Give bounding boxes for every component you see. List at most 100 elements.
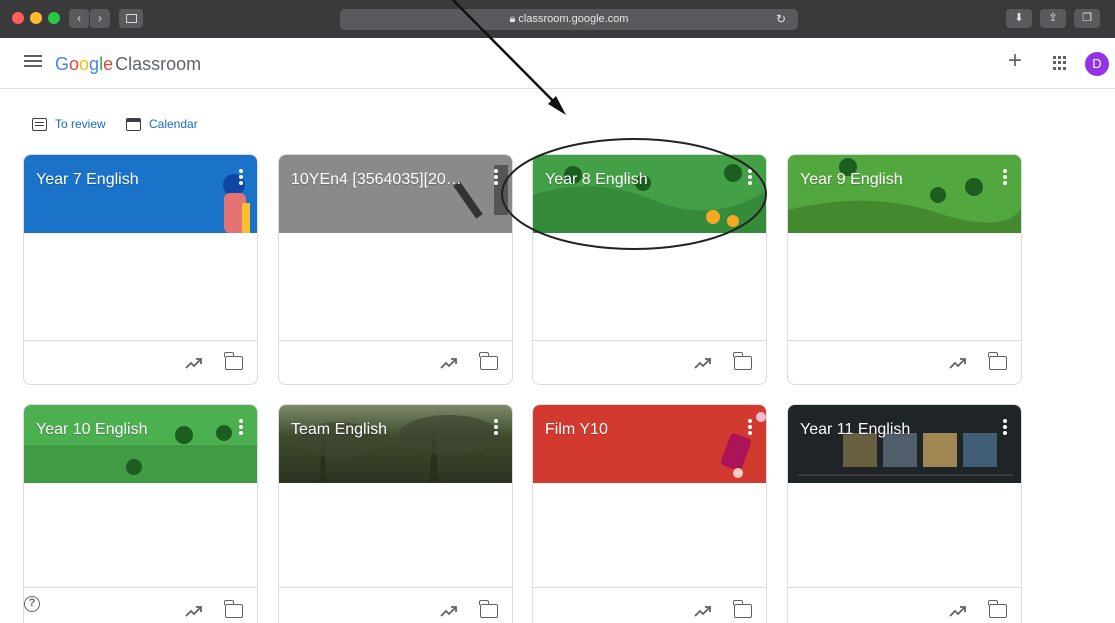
class-card[interactable]: Film Y10 bbox=[532, 404, 767, 623]
lock-icon: 🔒︎ bbox=[509, 13, 516, 25]
banner-illustration bbox=[223, 174, 250, 233]
banner-illustration bbox=[24, 425, 257, 483]
chevron-left-icon: ‹ bbox=[77, 11, 81, 25]
apps-grid-icon[interactable] bbox=[1053, 56, 1067, 70]
zoom-window-button[interactable] bbox=[48, 12, 60, 24]
class-card[interactable]: Year 7 English bbox=[23, 154, 258, 385]
trending-icon[interactable] bbox=[185, 604, 203, 618]
address-bar[interactable]: 🔒︎ classroom.google.com ↻ bbox=[340, 9, 798, 30]
class-title[interactable]: Year 7 English bbox=[36, 170, 139, 190]
to-review-link[interactable]: To review bbox=[32, 114, 106, 134]
class-title[interactable]: Year 11 English bbox=[800, 420, 910, 440]
more-vert-icon[interactable] bbox=[748, 419, 752, 435]
class-card[interactable]: Year 10 English bbox=[23, 404, 258, 623]
tabs-icon: ❐ bbox=[1082, 12, 1092, 24]
class-card-footer bbox=[279, 340, 512, 384]
class-card-footer bbox=[279, 587, 512, 623]
google-classroom-logo[interactable]: Google Classroom bbox=[55, 53, 201, 75]
more-vert-icon[interactable] bbox=[239, 169, 243, 185]
trending-icon[interactable] bbox=[440, 356, 458, 370]
calendar-icon bbox=[126, 117, 141, 131]
brand-google: Google bbox=[55, 54, 114, 74]
folder-icon[interactable] bbox=[479, 352, 498, 370]
class-title[interactable]: Year 9 English bbox=[800, 170, 903, 190]
folder-icon[interactable] bbox=[224, 352, 243, 370]
minimize-window-button[interactable] bbox=[30, 12, 42, 24]
folder-icon[interactable] bbox=[224, 600, 243, 618]
trending-icon[interactable] bbox=[185, 356, 203, 370]
folder-icon[interactable] bbox=[988, 600, 1007, 618]
class-banner bbox=[279, 155, 512, 233]
folder-icon[interactable] bbox=[988, 352, 1007, 370]
back-button[interactable]: ‹ bbox=[69, 9, 89, 28]
class-banner bbox=[788, 405, 1021, 483]
more-vert-icon[interactable] bbox=[494, 419, 498, 435]
class-card-footer bbox=[24, 340, 257, 384]
chevron-right-icon: › bbox=[98, 11, 102, 25]
class-title[interactable]: 10YEn4 [3564035][20… bbox=[291, 170, 462, 190]
banner-illustration bbox=[788, 158, 1021, 233]
menu-icon[interactable] bbox=[24, 52, 42, 72]
to-review-label: To review bbox=[55, 117, 106, 131]
banner-illustration bbox=[453, 165, 508, 219]
screen: ‹ › 🔒︎ classroom.google.com ↻ ⬇ ⇪ ❐ Goog… bbox=[0, 0, 1115, 623]
assignment-icon bbox=[32, 117, 47, 131]
class-card-footer bbox=[788, 587, 1021, 623]
trending-icon[interactable] bbox=[949, 356, 967, 370]
brand-product: Classroom bbox=[115, 54, 202, 74]
avatar[interactable]: D bbox=[1085, 52, 1109, 76]
more-vert-icon[interactable] bbox=[748, 169, 752, 185]
forward-button[interactable]: › bbox=[90, 9, 110, 28]
class-card-footer bbox=[533, 340, 766, 384]
app-header: Google Classroom + D bbox=[0, 38, 1115, 89]
sidebar-toggle-button[interactable] bbox=[119, 9, 143, 28]
downloads-button[interactable]: ⬇ bbox=[1006, 9, 1032, 28]
folder-icon[interactable] bbox=[733, 600, 752, 618]
share-button[interactable]: ⇪ bbox=[1040, 9, 1066, 28]
share-icon: ⇪ bbox=[1048, 12, 1058, 24]
class-card[interactable]: Year 9 English bbox=[787, 154, 1022, 385]
calendar-link[interactable]: Calendar bbox=[126, 114, 198, 134]
class-title[interactable]: Year 8 English bbox=[545, 170, 648, 190]
trending-icon[interactable] bbox=[694, 604, 712, 618]
class-card[interactable]: Year 8 English bbox=[532, 154, 767, 385]
banner-illustration bbox=[299, 415, 499, 483]
more-vert-icon[interactable] bbox=[239, 419, 243, 435]
class-title[interactable]: Year 10 English bbox=[36, 420, 148, 440]
help-icon[interactable]: ? bbox=[24, 596, 40, 612]
reload-icon[interactable]: ↻ bbox=[776, 9, 786, 30]
url-text: classroom.google.com bbox=[518, 13, 629, 25]
trending-icon[interactable] bbox=[440, 604, 458, 618]
folder-icon[interactable] bbox=[479, 600, 498, 618]
browser-toolbar: ‹ › 🔒︎ classroom.google.com ↻ ⬇ ⇪ ❐ bbox=[0, 0, 1115, 38]
trending-icon[interactable] bbox=[949, 604, 967, 618]
class-card-footer bbox=[24, 587, 257, 623]
plus-icon[interactable]: + bbox=[1008, 49, 1022, 73]
class-banner bbox=[24, 405, 257, 483]
class-card-footer bbox=[788, 340, 1021, 384]
folder-icon[interactable] bbox=[733, 352, 752, 370]
more-vert-icon[interactable] bbox=[1003, 419, 1007, 435]
class-banner bbox=[533, 155, 766, 233]
calendar-label: Calendar bbox=[149, 117, 198, 131]
class-banner bbox=[279, 405, 512, 483]
class-banner bbox=[533, 405, 766, 483]
banner-illustration bbox=[533, 164, 766, 233]
more-vert-icon[interactable] bbox=[1003, 169, 1007, 185]
arrowhead-icon bbox=[548, 96, 566, 115]
close-window-button[interactable] bbox=[12, 12, 24, 24]
class-banner bbox=[24, 155, 257, 233]
download-icon: ⬇ bbox=[1014, 12, 1024, 24]
banner-illustration bbox=[720, 412, 766, 478]
tabs-button[interactable]: ❐ bbox=[1074, 9, 1100, 28]
more-vert-icon[interactable] bbox=[494, 169, 498, 185]
sidebar-icon bbox=[125, 14, 137, 23]
banner-illustration bbox=[798, 433, 1013, 476]
class-title[interactable]: Film Y10 bbox=[545, 420, 608, 440]
class-card[interactable]: Team English bbox=[278, 404, 513, 623]
class-title[interactable]: Team English bbox=[291, 420, 387, 440]
class-banner bbox=[788, 155, 1021, 233]
trending-icon[interactable] bbox=[694, 356, 712, 370]
class-card[interactable]: 10YEn4 [3564035][20… bbox=[278, 154, 513, 385]
class-card[interactable]: Year 11 English bbox=[787, 404, 1022, 623]
